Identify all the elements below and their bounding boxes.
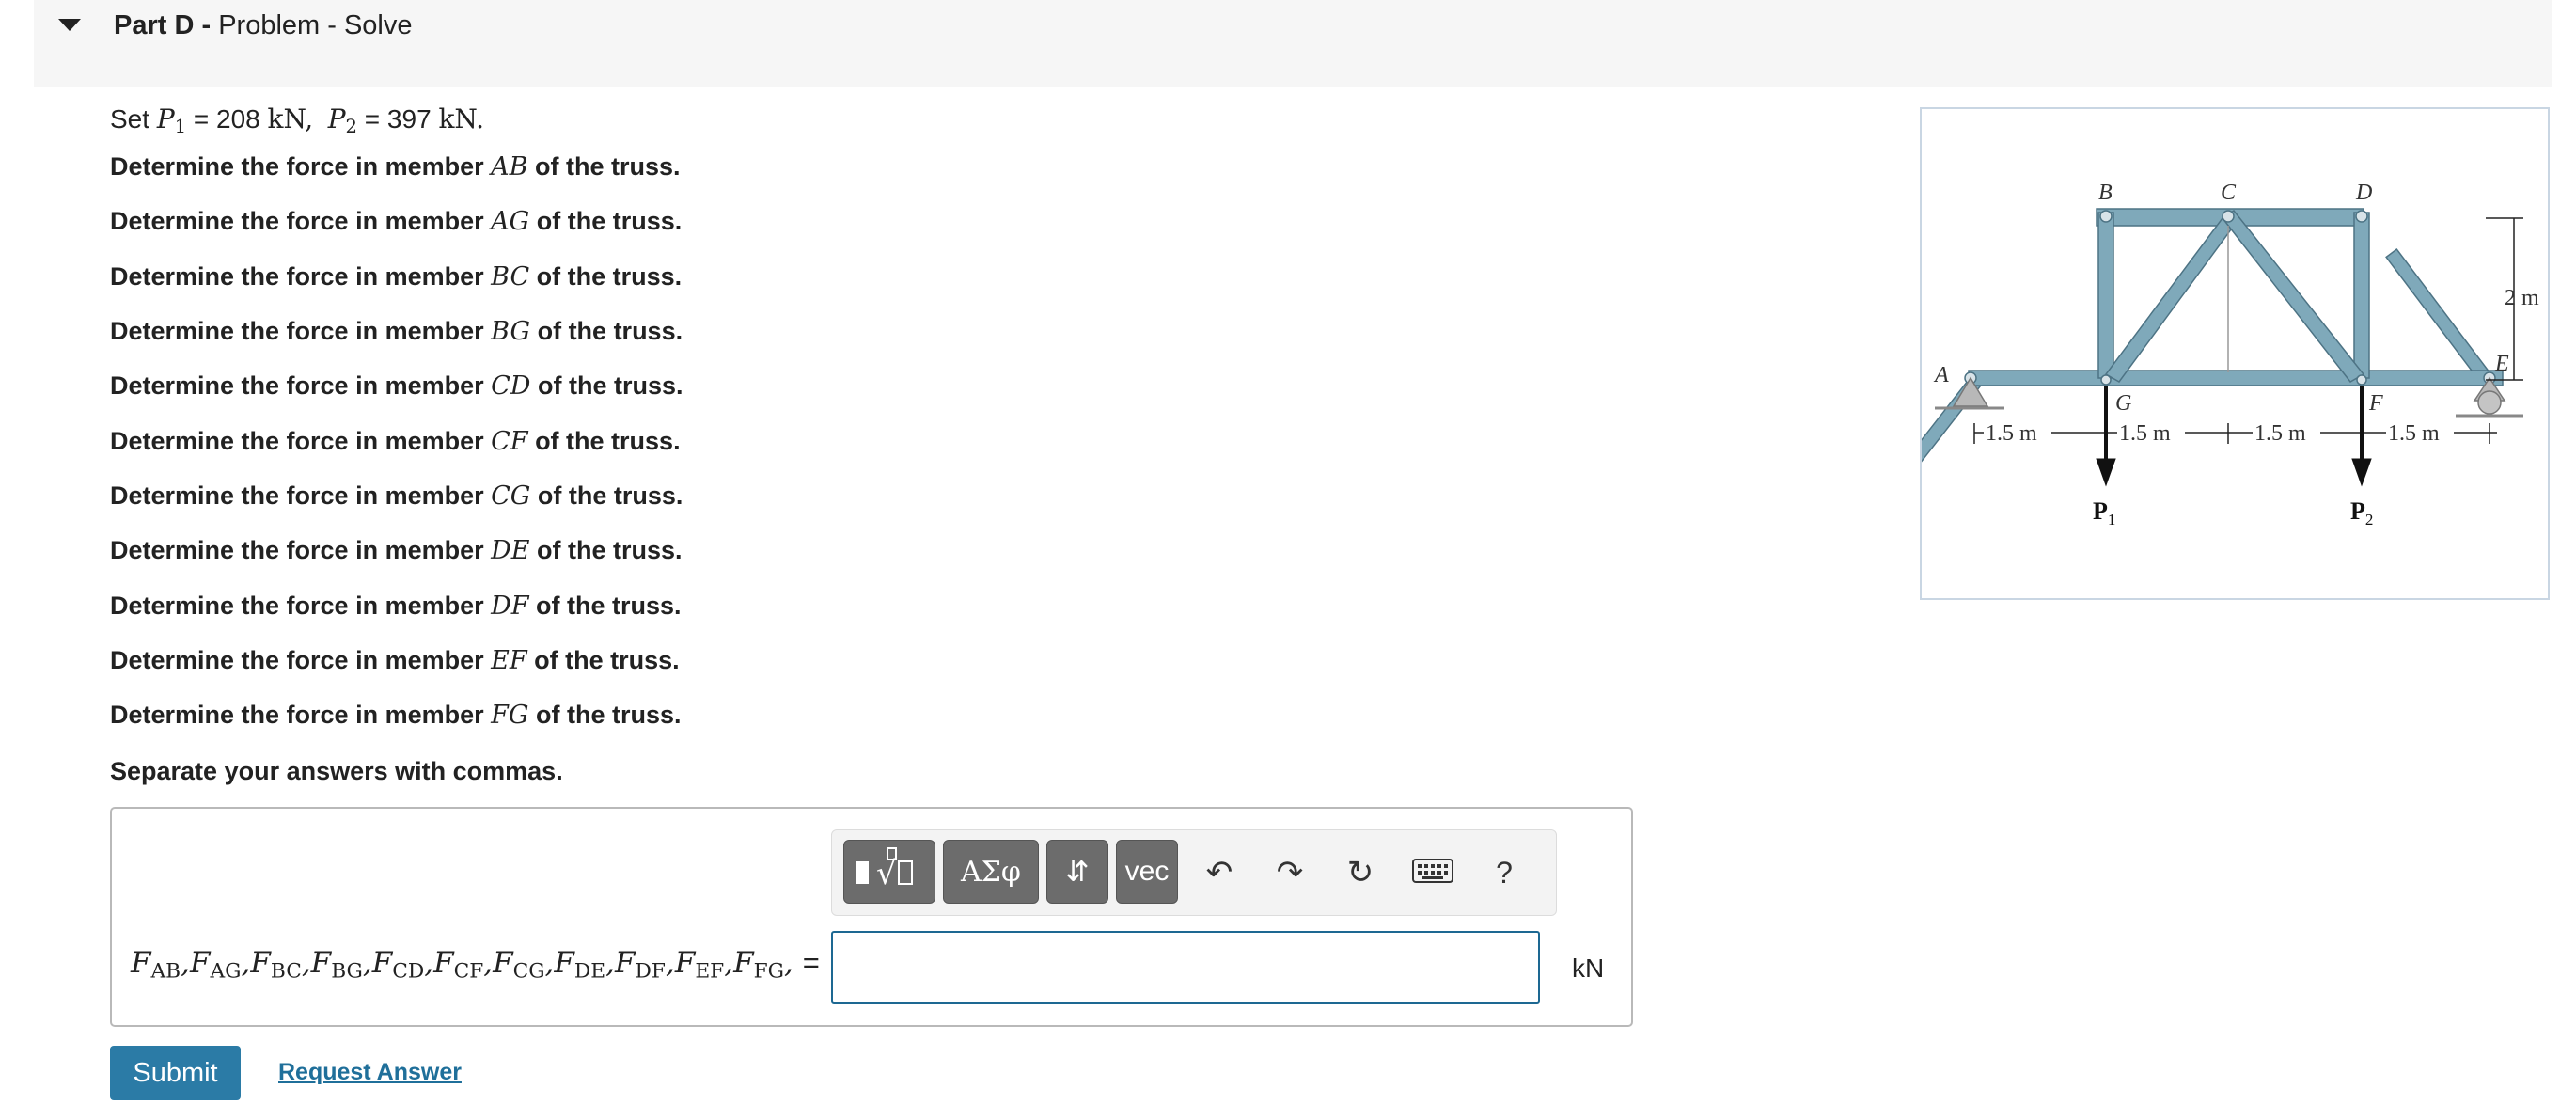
- subscript-superscript-button[interactable]: ⇵: [1046, 840, 1108, 904]
- joint-B: [2099, 210, 2113, 223]
- keyboard-button[interactable]: [1406, 845, 1460, 900]
- separate-instruction: Separate your answers with commas.: [110, 757, 563, 785]
- load-label-P1: P1: [2093, 497, 2115, 528]
- request-answer-link[interactable]: Request Answer: [278, 1059, 462, 1086]
- question-item: Determine the force in member DE of the …: [110, 536, 683, 565]
- math-toolbar: √ ΑΣφ ⇵ vec ↶ ↷ ↻ ?: [831, 829, 1557, 916]
- label-C: C: [2221, 181, 2237, 205]
- question-item: Determine the force in member EF of the …: [110, 646, 680, 675]
- part-label: Part D -: [114, 10, 212, 40]
- redo-button[interactable]: ↷: [1263, 845, 1317, 900]
- span-label-1: 1.5 m: [1986, 421, 2037, 446]
- label-F: F: [2368, 391, 2383, 416]
- member-BG: [2097, 212, 2114, 379]
- joint-G: [2100, 374, 2112, 386]
- question-item: Determine the force in member FG of the …: [110, 701, 682, 730]
- label-A: A: [1933, 363, 1949, 387]
- span-label-4: 1.5 m: [2388, 421, 2440, 446]
- truss-diagram: B C D A E G F 1.5 m 1.5 m 1.5 m 1.5 m 2 …: [1877, 181, 2548, 528]
- member-CF: [2221, 209, 2365, 383]
- truss-figure: B C D A E G F 1.5 m 1.5 m 1.5 m 1.5 m 2 …: [1877, 107, 2550, 600]
- redo-icon: ↷: [1276, 855, 1304, 891]
- height-label: 2 m: [2505, 286, 2539, 310]
- templates-button[interactable]: √: [843, 840, 935, 904]
- label-E: E: [2494, 352, 2509, 376]
- member-DF: [2353, 212, 2370, 379]
- load-P2-arrow: [2351, 386, 2372, 487]
- span-label-3: 1.5 m: [2254, 421, 2306, 446]
- load-label-P2: P2: [2350, 497, 2373, 528]
- load-P1-arrow: [2096, 386, 2116, 487]
- question-item: Determine the force in member BG of the …: [110, 317, 683, 346]
- question-item: Determine the force in member CD of the …: [110, 371, 683, 401]
- help-button[interactable]: ?: [1477, 845, 1531, 900]
- span-label-2: 1.5 m: [2119, 421, 2171, 446]
- templates-icon: √: [852, 844, 927, 899]
- question-item: Determine the force in member AB of the …: [110, 152, 681, 181]
- part-title: Part D - Problem - Solve: [114, 10, 413, 41]
- joint-F: [2356, 374, 2367, 386]
- label-G: G: [2115, 391, 2131, 416]
- up-down-arrows-icon: ⇵: [1065, 856, 1090, 888]
- greek-symbols-button[interactable]: ΑΣφ: [943, 840, 1039, 904]
- member-AG-FG-EF: [1968, 370, 2504, 386]
- question-item: Determine the force in member CF of the …: [110, 427, 681, 456]
- answer-equation-label: FAB,FAG,FBC,FBG,FCD,FCF,FCG,FDE,FDF,FEF,…: [131, 946, 820, 984]
- undo-icon: ↶: [1205, 855, 1233, 891]
- collapse-caret-icon[interactable]: [58, 19, 81, 31]
- part-name: Problem - Solve: [218, 10, 413, 40]
- joint-C: [2222, 210, 2235, 223]
- question-item: Determine the force in member CG of the …: [110, 481, 683, 511]
- answer-input[interactable]: [831, 931, 1540, 1004]
- member-DE: [2385, 247, 2491, 382]
- label-B: B: [2098, 181, 2113, 205]
- question-item: Determine the force in member DF of the …: [110, 591, 682, 621]
- undo-button[interactable]: ↶: [1192, 845, 1247, 900]
- question-item: Determine the force in member AG of the …: [110, 207, 683, 236]
- submit-button[interactable]: Submit: [110, 1046, 241, 1100]
- joint-D: [2355, 210, 2368, 223]
- reset-icon: ↻: [1346, 855, 1374, 891]
- given-values: Set P1 = 208 kN, P2 = 397 kN.: [110, 103, 485, 137]
- keyboard-icon: [1412, 855, 1453, 891]
- question-item: Determine the force in member BC of the …: [110, 262, 683, 292]
- label-D: D: [2355, 181, 2372, 205]
- answer-unit: kN: [1572, 954, 1605, 983]
- member-CG: [2104, 216, 2236, 383]
- vector-button[interactable]: vec: [1116, 840, 1178, 904]
- reset-button[interactable]: ↻: [1333, 845, 1388, 900]
